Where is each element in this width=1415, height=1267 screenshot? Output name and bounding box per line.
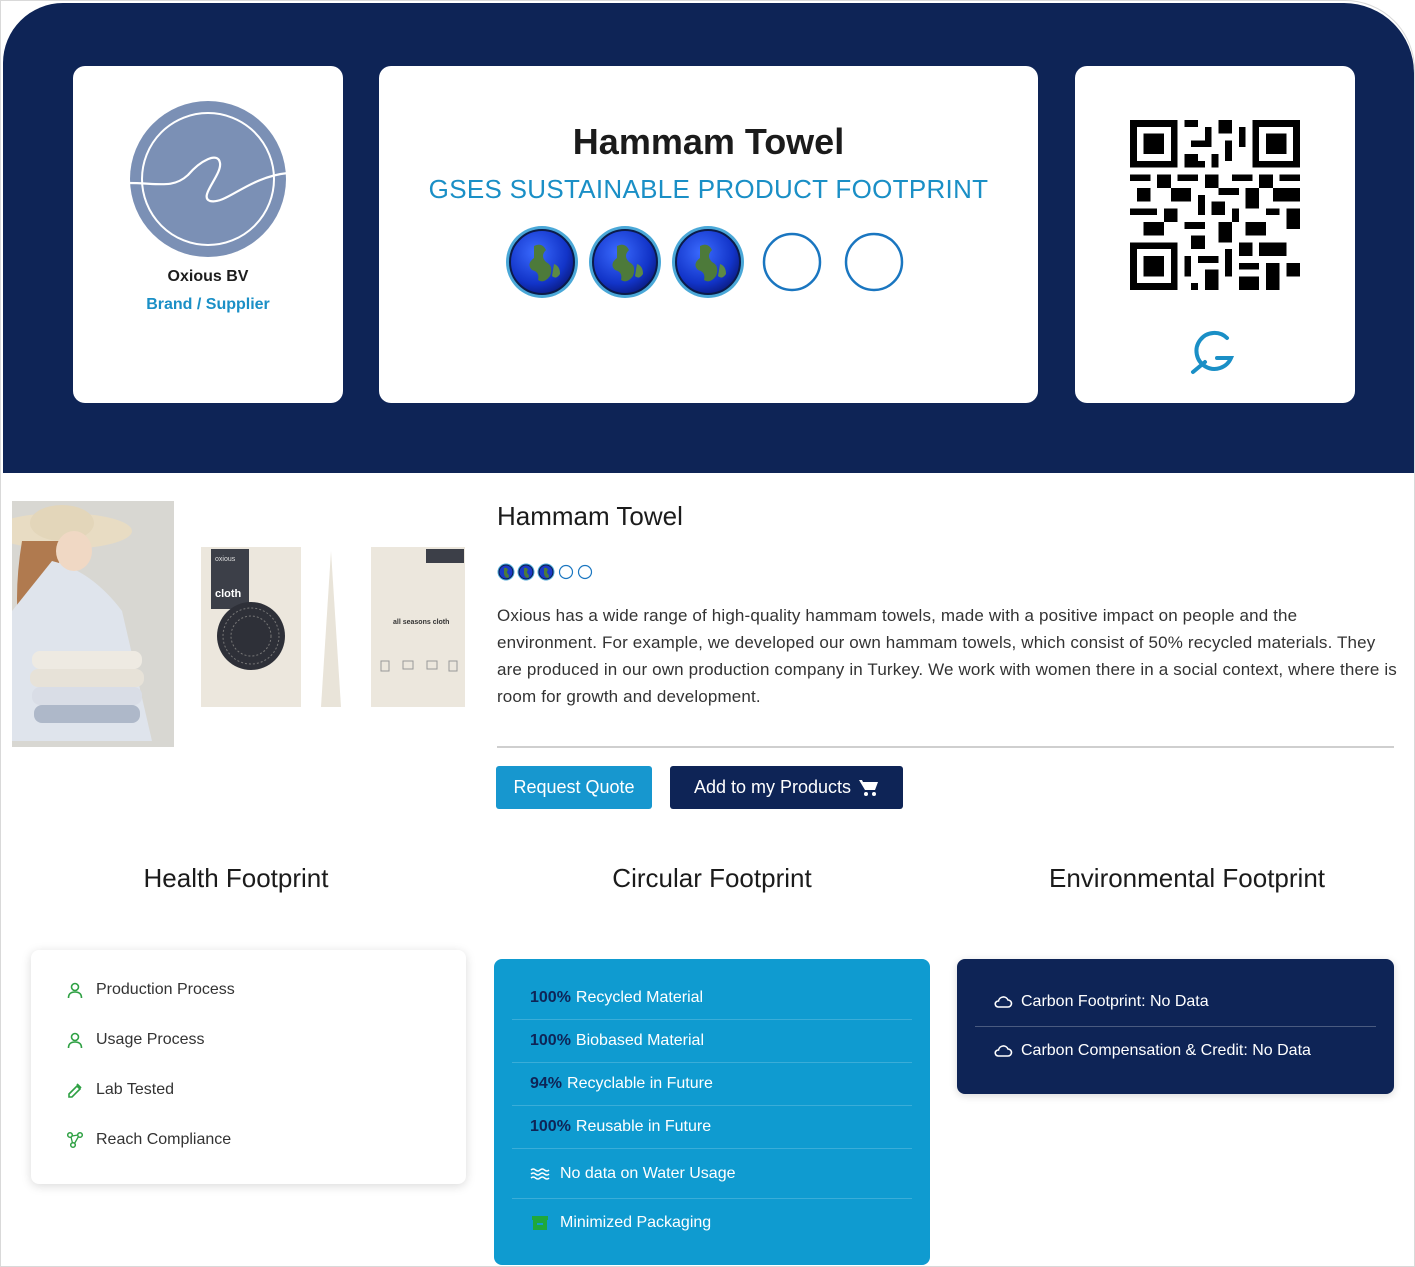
header-band: Oxious BV Brand / Supplier Hammam Towel … (3, 3, 1414, 473)
globe-filled-icon (672, 226, 744, 298)
person-icon (67, 1032, 83, 1049)
rating-globes (506, 226, 904, 298)
health-item-label: Reach Compliance (96, 1131, 232, 1148)
circular-item-pct: 100% (530, 989, 571, 1006)
health-item[interactable]: Reach Compliance (66, 1131, 231, 1149)
request-quote-label: Request Quote (513, 777, 635, 797)
circular-item[interactable]: 100% Reusable in Future (512, 1106, 912, 1149)
circular-item[interactable]: 100% Recycled Material (512, 977, 912, 1020)
product-photo-packaging: oxious cloth all seasons cloth (181, 501, 471, 763)
health-item-label: Lab Tested (96, 1081, 174, 1098)
globe-empty-icon (577, 564, 593, 580)
health-footprint-title: Health Footprint (143, 863, 329, 893)
health-footprint-card: Production Process Usage Process Lab Tes… (31, 950, 466, 1184)
environmental-item-label: Carbon Footprint: No Data (1021, 992, 1209, 1010)
cloud-icon (994, 1045, 1013, 1057)
circular-item[interactable]: Minimized Packaging (512, 1199, 912, 1247)
environmental-footprint-card: Carbon Footprint: No Data Carbon Compens… (957, 959, 1394, 1094)
divider (497, 746, 1394, 748)
circular-item-label: Minimized Packaging (560, 1214, 712, 1231)
circular-item-pct: 100% (530, 1118, 571, 1135)
qr-card[interactable] (1075, 66, 1355, 403)
request-quote-button[interactable]: Request Quote (496, 766, 652, 809)
box-icon (532, 1216, 548, 1230)
health-item[interactable]: Production Process (66, 981, 235, 999)
product-passport-page: Oxious BV Brand / Supplier Hammam Towel … (0, 0, 1415, 1267)
circular-item-pct: 94% (530, 1075, 563, 1092)
environmental-footprint-title: Environmental Footprint (1048, 863, 1326, 893)
add-to-products-button[interactable]: Add to my Products (670, 766, 903, 809)
environmental-item[interactable]: Carbon Footprint: No Data (975, 977, 1376, 1027)
globe-filled-icon (517, 563, 535, 581)
globe-filled-icon (497, 563, 515, 581)
health-item-label: Usage Process (96, 1031, 205, 1048)
circular-footprint-title: Circular Footprint (612, 863, 812, 893)
circular-item-label: No data on Water Usage (560, 1164, 736, 1182)
environmental-item-label: Carbon Compensation & Credit: No Data (1021, 1042, 1311, 1059)
health-item[interactable]: Lab Tested (66, 1081, 174, 1099)
pack-product-label: cloth (215, 588, 242, 600)
qr-code-icon[interactable] (1130, 120, 1300, 290)
globe-empty-icon (844, 232, 904, 292)
product-photo-woman (12, 501, 174, 747)
person-icon (67, 982, 83, 999)
gses-logo-icon (1191, 330, 1235, 374)
pack-back-label: all seasons cloth (393, 619, 449, 626)
circular-item-pct: 100% (530, 1032, 571, 1049)
brand-logo (128, 101, 288, 257)
circular-item[interactable]: 94% Recyclable in Future (512, 1063, 912, 1106)
product-title-card: Hammam Towel GSES SUSTAINABLE PRODUCT FO… (379, 66, 1038, 403)
cloud-icon (994, 995, 1013, 1008)
add-to-products-label: Add to my Products (693, 777, 852, 797)
product-subtitle: GSES SUSTAINABLE PRODUCT FOOTPRINT (428, 174, 989, 204)
product-description: Oxious has a wide range of high-quality … (497, 606, 1397, 706)
pipette-icon (68, 1083, 82, 1098)
globe-empty-icon (762, 232, 822, 292)
brand-name: Oxious BV (167, 268, 249, 285)
globe-filled-icon (537, 563, 555, 581)
circular-item-label: Biobased Material (575, 1032, 704, 1049)
health-item-label: Production Process (96, 981, 235, 998)
product-detail-title: Hammam Towel (497, 501, 683, 531)
health-item[interactable]: Usage Process (66, 1031, 205, 1049)
pack-brand-label: oxious (215, 556, 236, 563)
rating-globes-small (497, 563, 593, 581)
brand-card[interactable]: Oxious BV Brand / Supplier (73, 66, 343, 403)
molecule-icon (66, 1131, 84, 1149)
circular-item-label: Reusable in Future (575, 1118, 712, 1135)
globe-filled-icon (506, 226, 578, 298)
circular-footprint-card: 100% Recycled Material 100% Biobased Mat… (494, 959, 930, 1265)
water-icon (530, 1167, 550, 1180)
circular-item-label: Recycled Material (575, 989, 704, 1006)
circular-item[interactable]: No data on Water Usage (512, 1149, 912, 1199)
environmental-item[interactable]: Carbon Compensation & Credit: No Data (975, 1027, 1376, 1075)
globe-empty-icon (558, 564, 574, 580)
cart-icon (859, 779, 879, 796)
product-title: Hammam Towel (572, 121, 845, 162)
circular-item-label: Recyclable in Future (567, 1075, 713, 1092)
brand-role: Brand / Supplier (146, 296, 270, 313)
circular-item[interactable]: 100% Biobased Material (512, 1020, 912, 1063)
globe-filled-icon (589, 226, 661, 298)
